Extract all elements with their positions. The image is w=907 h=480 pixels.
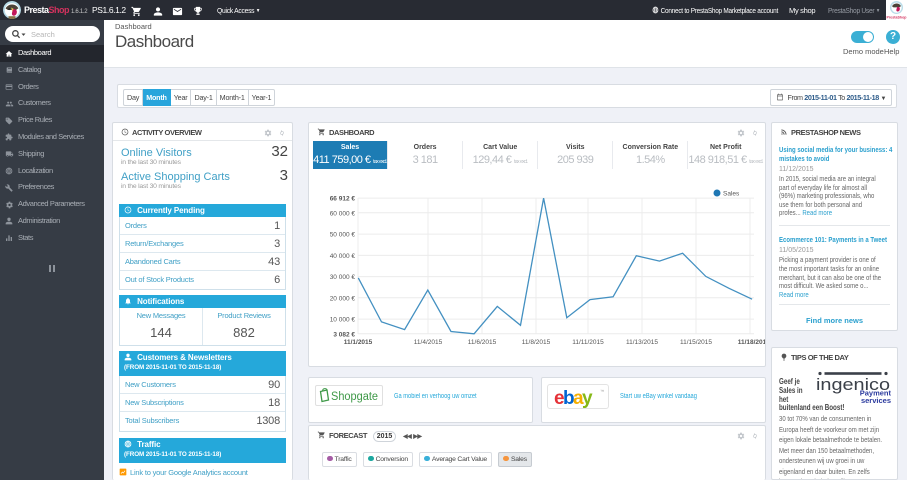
svg-text:Sales: Sales xyxy=(723,191,740,198)
svg-text:11/6/2015: 11/6/2015 xyxy=(468,339,497,346)
svg-text:ebay: ebay xyxy=(554,388,593,408)
svg-text:11/8/2015: 11/8/2015 xyxy=(522,339,551,346)
svg-text:Shopgate: Shopgate xyxy=(331,391,378,403)
svg-text:11/18/201: 11/18/201 xyxy=(738,339,765,346)
svg-text:11/1/2015: 11/1/2015 xyxy=(344,339,373,346)
svg-text:60 000 €: 60 000 € xyxy=(330,210,356,217)
svg-text:40 000 €: 40 000 € xyxy=(330,253,356,260)
svg-text:11/11/2015: 11/11/2015 xyxy=(572,339,604,346)
svg-text:20 000 €: 20 000 € xyxy=(330,295,356,302)
svg-text:50 000 €: 50 000 € xyxy=(330,232,356,239)
svg-text:11/15/2015: 11/15/2015 xyxy=(680,339,712,346)
svg-text:11/13/2015: 11/13/2015 xyxy=(626,339,658,346)
svg-text:3 082 €: 3 082 € xyxy=(333,331,355,338)
svg-text:™: ™ xyxy=(600,389,605,394)
svg-text:PrestaShop: PrestaShop xyxy=(887,16,907,20)
svg-text:11/4/2015: 11/4/2015 xyxy=(414,339,443,346)
svg-text:10 000 €: 10 000 € xyxy=(330,317,356,324)
svg-text:30 000 €: 30 000 € xyxy=(330,274,356,281)
svg-text:66 912 €: 66 912 € xyxy=(330,196,356,203)
